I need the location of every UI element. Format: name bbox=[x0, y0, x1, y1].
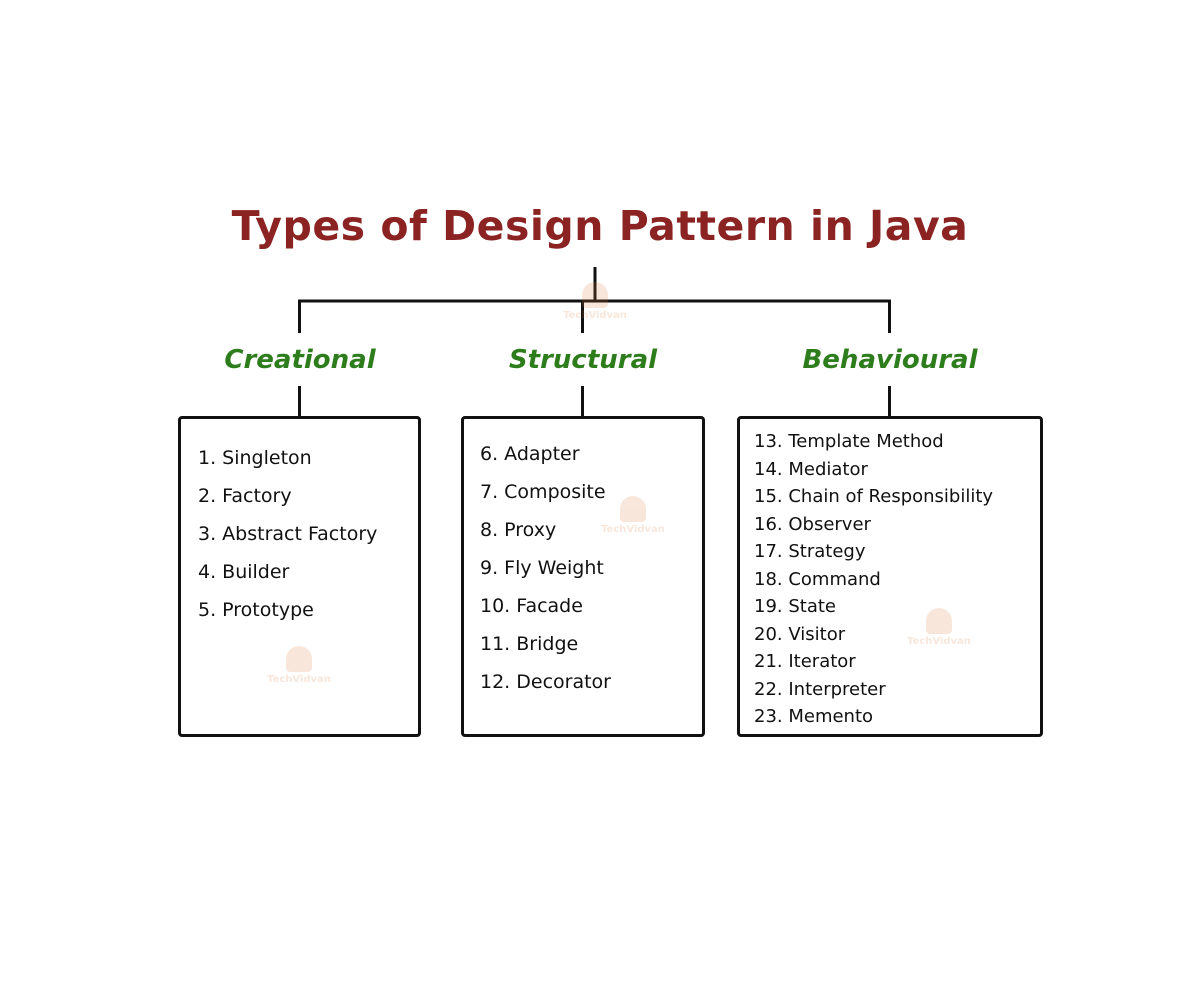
list-item: 17. Strategy bbox=[754, 541, 866, 562]
creational-patterns-box: 1. Singleton 2. Factory 3. Abstract Fact… bbox=[178, 416, 421, 737]
behavioural-pattern-list: 13. Template Method 14. Mediator 15. Cha… bbox=[754, 428, 1040, 731]
list-item: 7. Composite bbox=[480, 481, 606, 503]
list-item: 12. Decorator bbox=[480, 671, 611, 693]
structural-patterns-box: 6. Adapter 7. Composite 8. Proxy 9. Fly … bbox=[461, 416, 705, 737]
list-item: 8. Proxy bbox=[480, 519, 557, 541]
list-item: 22. Interpreter bbox=[754, 678, 886, 700]
list-item: 13. Template Method bbox=[754, 431, 944, 452]
list-item: 9. Fly Weight bbox=[480, 557, 604, 579]
list-item: 2. Factory bbox=[198, 485, 292, 507]
category-label-structural: Structural bbox=[508, 345, 658, 375]
diagram-title: Types of Design Pattern in Java bbox=[231, 202, 969, 250]
creational-pattern-list: 1. Singleton 2. Factory 3. Abstract Fact… bbox=[198, 439, 418, 629]
list-item: 19. State bbox=[754, 596, 836, 617]
list-item: 18. Command bbox=[754, 568, 881, 590]
list-item: 14. Mediator bbox=[754, 458, 868, 480]
list-item: 5. Prototype bbox=[198, 599, 314, 621]
list-item: 21. Iterator bbox=[754, 651, 856, 672]
behavioural-patterns-box: 13. Template Method 14. Mediator 15. Cha… bbox=[737, 416, 1043, 737]
list-item: 20. Visitor bbox=[754, 623, 846, 645]
list-item: 6. Adapter bbox=[480, 443, 580, 465]
list-item: 4. Builder bbox=[198, 561, 290, 583]
list-item: 23. Memento bbox=[754, 706, 874, 727]
list-item: 15. Chain of Responsibility bbox=[754, 486, 994, 507]
category-label-behavioural: Behavioural bbox=[802, 345, 978, 375]
category-label-creational: Creational bbox=[224, 345, 376, 375]
list-item: 3. Abstract Factory bbox=[198, 523, 378, 545]
diagram-canvas: Types of Design Pattern in Java Creation… bbox=[0, 0, 1200, 1000]
list-item: 16. Observer bbox=[754, 513, 871, 535]
list-item: 10. Facade bbox=[480, 595, 583, 617]
list-item: 1. Singleton bbox=[198, 447, 312, 469]
list-item: 11. Bridge bbox=[480, 633, 579, 655]
structural-pattern-list: 6. Adapter 7. Composite 8. Proxy 9. Fly … bbox=[480, 435, 702, 701]
